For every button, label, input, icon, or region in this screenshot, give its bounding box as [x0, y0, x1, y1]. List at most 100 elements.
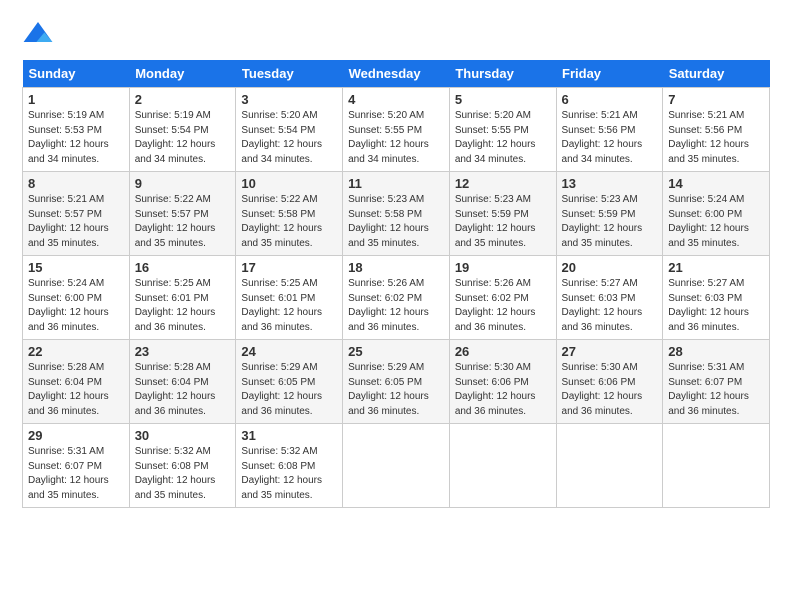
calendar-cell: 18 Sunrise: 5:26 AM Sunset: 6:02 PM Dayli… [343, 256, 450, 340]
week-row-4: 22 Sunrise: 5:28 AM Sunset: 6:04 PM Dayli… [23, 340, 770, 424]
day-number: 4 [348, 92, 444, 107]
calendar-cell [663, 424, 770, 508]
day-number: 5 [455, 92, 551, 107]
calendar-cell: 16Sunrise: 5:25 AM Sunset: 6:01 PM Dayli… [129, 256, 236, 340]
header-cell-monday: Monday [129, 60, 236, 88]
header-cell-wednesday: Wednesday [343, 60, 450, 88]
calendar-cell: 17Sunrise: 5:25 AM Sunset: 6:01 PM Dayli… [236, 256, 343, 340]
calendar-cell: 28 Sunrise: 5:31 AM Sunset: 6:07 PM Dayli… [663, 340, 770, 424]
week-row-2: 8 Sunrise: 5:21 AM Sunset: 5:57 PM Daylig… [23, 172, 770, 256]
calendar-cell [343, 424, 450, 508]
day-detail: Sunrise: 5:23 AM Sunset: 5:59 PM Dayligh… [562, 193, 658, 251]
calendar-cell: 10Sunrise: 5:22 AM Sunset: 5:58 PM Dayli… [236, 172, 343, 256]
day-number: 12 [455, 176, 551, 191]
calendar-cell: 7 Sunrise: 5:21 AM Sunset: 5:56 PM Daylig… [663, 88, 770, 172]
day-number: 9 [135, 176, 231, 191]
day-number: 29 [28, 428, 124, 443]
week-row-5: 29 Sunrise: 5:31 AM Sunset: 6:07 PM Dayli… [23, 424, 770, 508]
calendar-cell: 19 Sunrise: 5:26 AM Sunset: 6:02 PM Dayli… [449, 256, 556, 340]
day-number: 24 [241, 344, 337, 359]
calendar-cell: 22 Sunrise: 5:28 AM Sunset: 6:04 PM Dayli… [23, 340, 130, 424]
calendar-cell: 15 Sunrise: 5:24 AM Sunset: 6:00 PM Dayli… [23, 256, 130, 340]
day-detail: Sunrise: 5:23 AM Sunset: 5:58 PM Dayligh… [348, 193, 444, 251]
day-detail: Sunrise: 5:26 AM Sunset: 6:02 PM Dayligh… [455, 277, 551, 335]
day-detail: Sunrise: 5:20 AM Sunset: 5:55 PM Dayligh… [455, 109, 551, 167]
day-detail: Sunrise: 5:28 AM Sunset: 6:04 PM Dayligh… [28, 361, 124, 419]
calendar-cell: 1 Sunrise: 5:19 AM Sunset: 5:53 PM Daylig… [23, 88, 130, 172]
main-container: SundayMondayTuesdayWednesdayThursdayFrid… [0, 0, 792, 520]
calendar-cell: 14 Sunrise: 5:24 AM Sunset: 6:00 PM Dayli… [663, 172, 770, 256]
day-number: 3 [241, 92, 337, 107]
day-detail: Sunrise: 5:22 AM Sunset: 5:57 PM Dayligh… [135, 193, 231, 251]
calendar-cell: 30 Sunrise: 5:32 AM Sunset: 6:08 PM Dayli… [129, 424, 236, 508]
day-detail: Sunrise: 5:26 AM Sunset: 6:02 PM Dayligh… [348, 277, 444, 335]
day-detail: Sunrise: 5:20 AM Sunset: 5:54 PM Dayligh… [241, 109, 337, 167]
calendar-cell: 25Sunrise: 5:29 AM Sunset: 6:05 PM Dayli… [343, 340, 450, 424]
calendar-cell: 6 Sunrise: 5:21 AM Sunset: 5:56 PM Daylig… [556, 88, 663, 172]
day-detail: Sunrise: 5:28 AM Sunset: 6:04 PM Dayligh… [135, 361, 231, 419]
day-detail: Sunrise: 5:22 AM Sunset: 5:58 PM Dayligh… [241, 193, 337, 251]
day-detail: Sunrise: 5:30 AM Sunset: 6:06 PM Dayligh… [562, 361, 658, 419]
calendar-cell: 29 Sunrise: 5:31 AM Sunset: 6:07 PM Dayli… [23, 424, 130, 508]
day-detail: Sunrise: 5:29 AM Sunset: 6:05 PM Dayligh… [241, 361, 337, 419]
day-detail: Sunrise: 5:21 AM Sunset: 5:57 PM Dayligh… [28, 193, 124, 251]
day-number: 28 [668, 344, 764, 359]
day-number: 2 [135, 92, 231, 107]
day-number: 23 [135, 344, 231, 359]
calendar-cell: 11Sunrise: 5:23 AM Sunset: 5:58 PM Dayli… [343, 172, 450, 256]
day-number: 26 [455, 344, 551, 359]
day-detail: Sunrise: 5:21 AM Sunset: 5:56 PM Dayligh… [668, 109, 764, 167]
calendar-cell: 3 Sunrise: 5:20 AM Sunset: 5:54 PM Daylig… [236, 88, 343, 172]
calendar-cell: 2Sunrise: 5:19 AM Sunset: 5:54 PM Daylig… [129, 88, 236, 172]
header [22, 18, 770, 50]
day-number: 31 [241, 428, 337, 443]
day-number: 21 [668, 260, 764, 275]
day-number: 18 [348, 260, 444, 275]
header-cell-thursday: Thursday [449, 60, 556, 88]
day-detail: Sunrise: 5:27 AM Sunset: 6:03 PM Dayligh… [562, 277, 658, 335]
day-number: 14 [668, 176, 764, 191]
day-number: 16 [135, 260, 231, 275]
header-row: SundayMondayTuesdayWednesdayThursdayFrid… [23, 60, 770, 88]
calendar-cell: 5 Sunrise: 5:20 AM Sunset: 5:55 PM Daylig… [449, 88, 556, 172]
day-detail: Sunrise: 5:31 AM Sunset: 6:07 PM Dayligh… [668, 361, 764, 419]
day-number: 8 [28, 176, 124, 191]
day-number: 1 [28, 92, 124, 107]
day-number: 7 [668, 92, 764, 107]
calendar-cell: 27 Sunrise: 5:30 AM Sunset: 6:06 PM Dayli… [556, 340, 663, 424]
calendar-cell: 26 Sunrise: 5:30 AM Sunset: 6:06 PM Dayli… [449, 340, 556, 424]
day-number: 27 [562, 344, 658, 359]
day-detail: Sunrise: 5:21 AM Sunset: 5:56 PM Dayligh… [562, 109, 658, 167]
week-row-3: 15 Sunrise: 5:24 AM Sunset: 6:00 PM Dayli… [23, 256, 770, 340]
day-detail: Sunrise: 5:27 AM Sunset: 6:03 PM Dayligh… [668, 277, 764, 335]
calendar-cell [449, 424, 556, 508]
day-detail: Sunrise: 5:32 AM Sunset: 6:08 PM Dayligh… [135, 445, 231, 503]
calendar-cell: 13 Sunrise: 5:23 AM Sunset: 5:59 PM Dayli… [556, 172, 663, 256]
calendar-cell: 31 Sunrise: 5:32 AM Sunset: 6:08 PM Dayli… [236, 424, 343, 508]
logo-icon [22, 18, 54, 50]
day-number: 19 [455, 260, 551, 275]
header-cell-tuesday: Tuesday [236, 60, 343, 88]
day-detail: Sunrise: 5:24 AM Sunset: 6:00 PM Dayligh… [28, 277, 124, 335]
day-detail: Sunrise: 5:24 AM Sunset: 6:00 PM Dayligh… [668, 193, 764, 251]
day-detail: Sunrise: 5:20 AM Sunset: 5:55 PM Dayligh… [348, 109, 444, 167]
day-detail: Sunrise: 5:32 AM Sunset: 6:08 PM Dayligh… [241, 445, 337, 503]
day-detail: Sunrise: 5:30 AM Sunset: 6:06 PM Dayligh… [455, 361, 551, 419]
day-number: 17 [241, 260, 337, 275]
day-number: 6 [562, 92, 658, 107]
day-number: 30 [135, 428, 231, 443]
header-cell-sunday: Sunday [23, 60, 130, 88]
day-detail: Sunrise: 5:19 AM Sunset: 5:53 PM Dayligh… [28, 109, 124, 167]
calendar-cell: 12Sunrise: 5:23 AM Sunset: 5:59 PM Dayli… [449, 172, 556, 256]
header-cell-friday: Friday [556, 60, 663, 88]
logo [22, 18, 56, 50]
day-detail: Sunrise: 5:31 AM Sunset: 6:07 PM Dayligh… [28, 445, 124, 503]
calendar-cell: 24 Sunrise: 5:29 AM Sunset: 6:05 PM Dayli… [236, 340, 343, 424]
calendar-cell: 23 Sunrise: 5:28 AM Sunset: 6:04 PM Dayli… [129, 340, 236, 424]
day-detail: Sunrise: 5:29 AM Sunset: 6:05 PM Dayligh… [348, 361, 444, 419]
day-number: 15 [28, 260, 124, 275]
day-number: 13 [562, 176, 658, 191]
header-cell-saturday: Saturday [663, 60, 770, 88]
day-number: 22 [28, 344, 124, 359]
calendar-cell: 8 Sunrise: 5:21 AM Sunset: 5:57 PM Daylig… [23, 172, 130, 256]
